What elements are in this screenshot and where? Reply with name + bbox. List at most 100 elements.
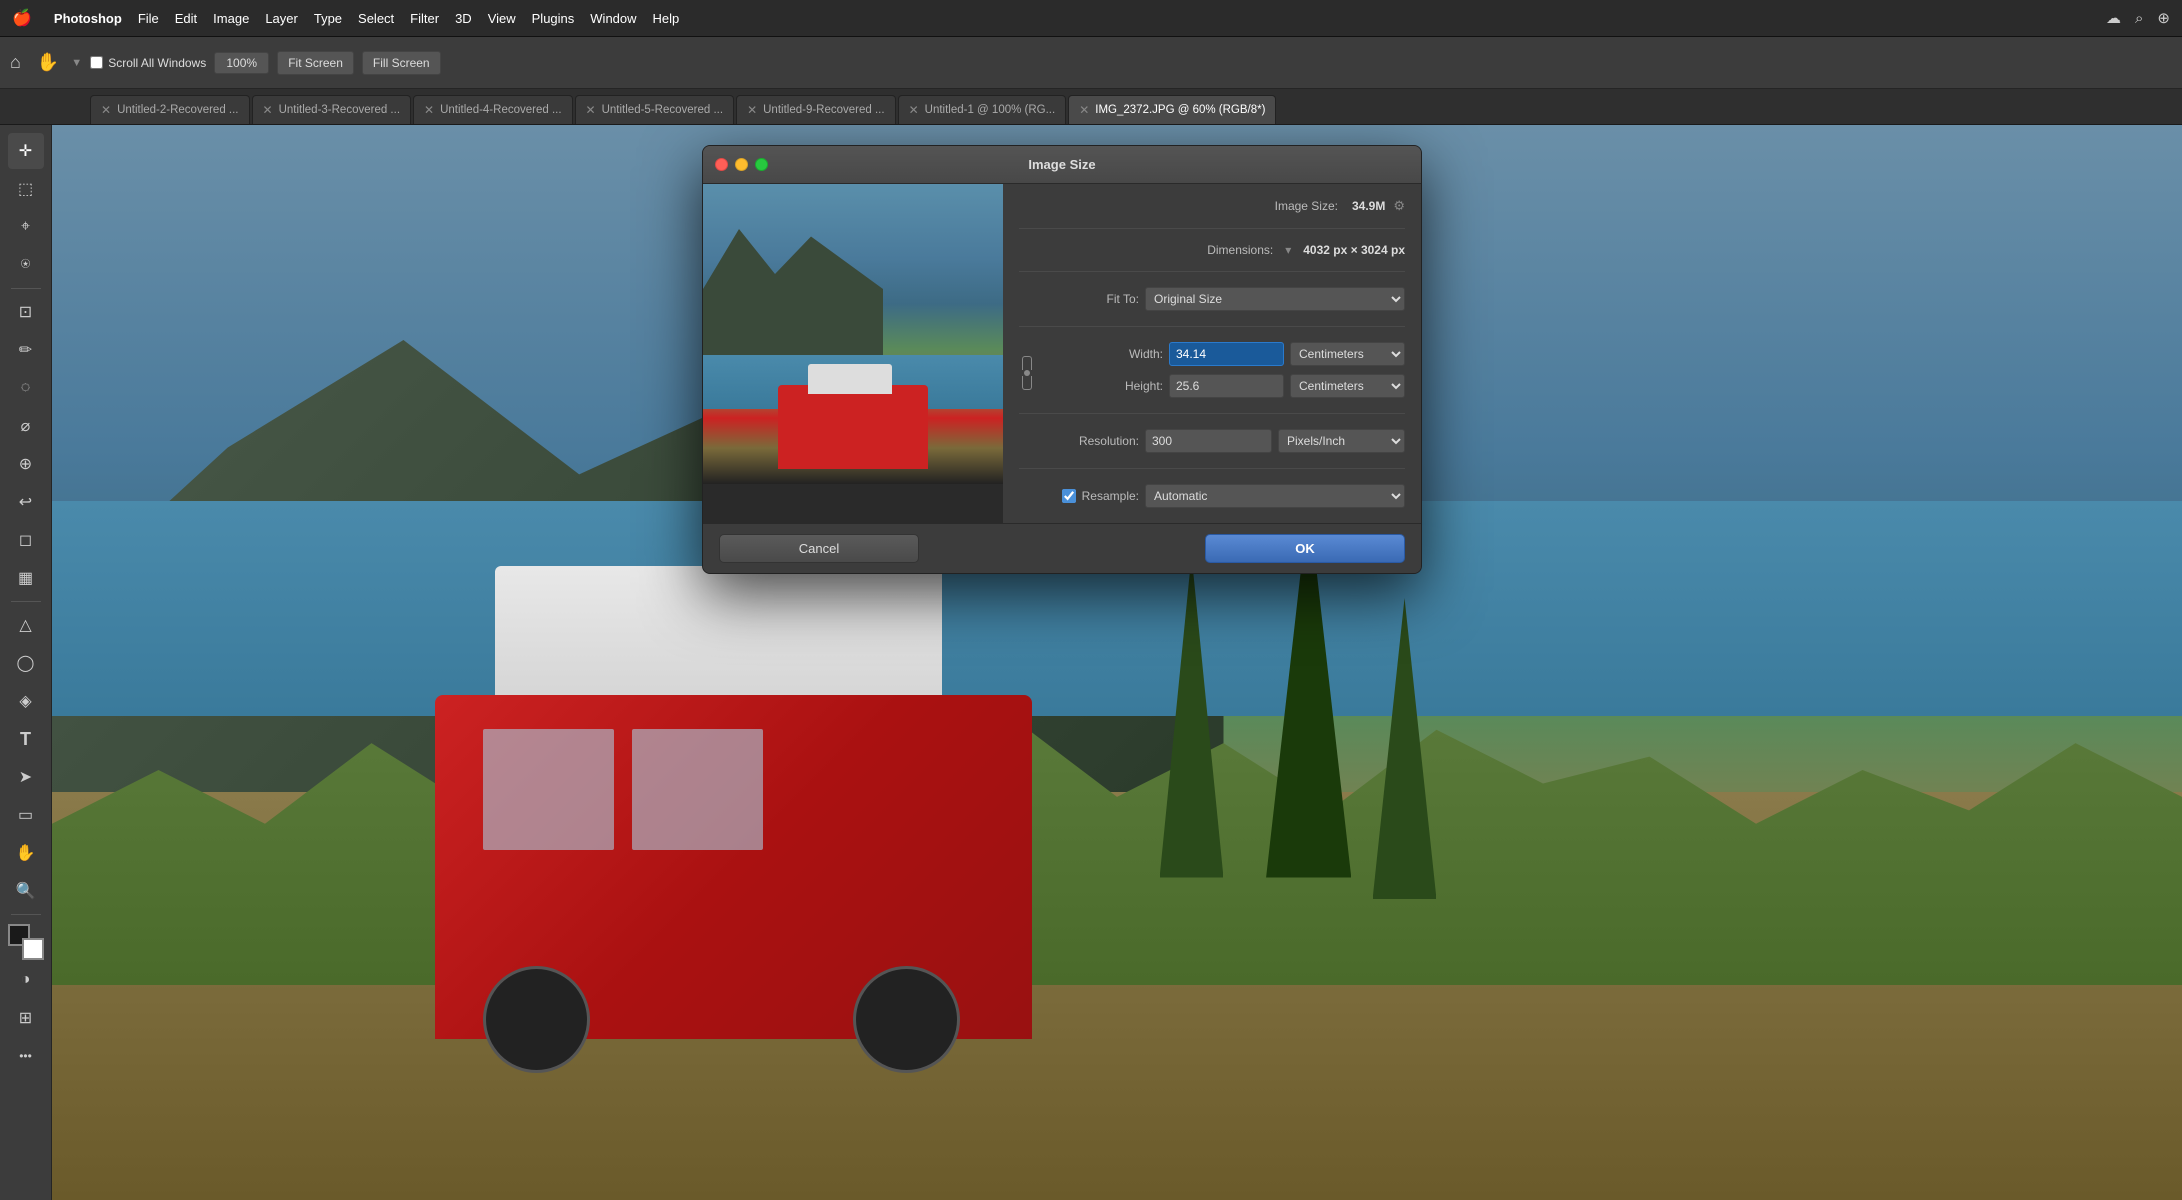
eyedropper-tool[interactable]: ✏ bbox=[8, 332, 44, 368]
tab-close-6[interactable]: ✕ bbox=[1079, 103, 1089, 117]
background-color[interactable] bbox=[22, 938, 44, 960]
move-tool[interactable]: ✛ bbox=[8, 133, 44, 169]
eraser-tool[interactable]: ◻ bbox=[8, 522, 44, 558]
dodge-tool[interactable]: ◯ bbox=[8, 645, 44, 681]
menu-view[interactable]: View bbox=[480, 9, 524, 28]
image-size-dialog[interactable]: Image Size bbox=[702, 145, 1422, 574]
menu-type[interactable]: Type bbox=[306, 9, 350, 28]
van-wheel-right bbox=[853, 966, 960, 1074]
preview-van-roof bbox=[808, 364, 892, 394]
gradient-tool[interactable]: ▦ bbox=[8, 560, 44, 596]
dialog-close-button[interactable] bbox=[715, 158, 728, 171]
divider-1 bbox=[1019, 228, 1405, 229]
dimensions-value: 4032 px × 3024 px bbox=[1303, 243, 1405, 257]
crop-tool[interactable]: ⊡ bbox=[8, 294, 44, 330]
resample-checkbox[interactable] bbox=[1062, 489, 1076, 503]
width-row: Width: Centimeters Inches Pixels bbox=[1043, 341, 1405, 367]
tab-untitled-4[interactable]: ✕ Untitled-4-Recovered ... bbox=[413, 95, 573, 124]
home-icon[interactable]: ⌂ bbox=[10, 52, 21, 73]
resolution-input[interactable] bbox=[1145, 429, 1272, 453]
tab-close-2[interactable]: ✕ bbox=[424, 103, 434, 117]
scroll-all-windows-checkbox[interactable] bbox=[90, 56, 103, 69]
fill-screen-button[interactable]: Fill Screen bbox=[362, 51, 441, 75]
menu-3d[interactable]: 3D bbox=[447, 9, 480, 28]
tab-close-1[interactable]: ✕ bbox=[263, 103, 273, 117]
width-unit-select[interactable]: Centimeters Inches Pixels bbox=[1290, 342, 1405, 366]
ok-button[interactable]: OK bbox=[1205, 534, 1405, 563]
dialog-traffic-lights bbox=[715, 158, 768, 171]
tab-untitled-5[interactable]: ✕ Untitled-5-Recovered ... bbox=[575, 95, 735, 124]
width-input[interactable] bbox=[1169, 342, 1284, 366]
marquee-tool[interactable]: ⬚ bbox=[8, 171, 44, 207]
menu-window[interactable]: Window bbox=[582, 9, 644, 28]
menu-edit[interactable]: Edit bbox=[167, 9, 205, 28]
dialog-maximize-button[interactable] bbox=[755, 158, 768, 171]
search-icon[interactable]: ⌕ bbox=[2135, 10, 2143, 27]
tab-close-4[interactable]: ✕ bbox=[747, 103, 757, 117]
menu-help[interactable]: Help bbox=[645, 9, 688, 28]
preview-van-body bbox=[778, 385, 928, 469]
cloud-icon[interactable]: ☁ bbox=[2106, 9, 2121, 27]
zoom-input[interactable] bbox=[214, 52, 269, 74]
canvas-area[interactable]: Image Size bbox=[52, 125, 2182, 1200]
brush-tool[interactable]: ⌀ bbox=[8, 408, 44, 444]
menu-layer[interactable]: Layer bbox=[257, 9, 306, 28]
share-icon[interactable]: ⊕ bbox=[2157, 9, 2170, 27]
resample-label-section: Resample: bbox=[1019, 489, 1139, 503]
tab-close-5[interactable]: ✕ bbox=[909, 103, 919, 117]
tool-options-arrow[interactable]: ▼ bbox=[71, 57, 82, 69]
fit-to-select[interactable]: Original Size Custom US Paper A4 bbox=[1145, 287, 1405, 311]
toolbar-top: ⌂ ✋ ▼ Scroll All Windows Fit Screen Fill… bbox=[0, 37, 2182, 89]
clone-stamp-tool[interactable]: ⊕ bbox=[8, 446, 44, 482]
divider-4 bbox=[1019, 413, 1405, 414]
more-tools[interactable]: ••• bbox=[8, 1038, 44, 1074]
apple-menu-icon[interactable]: 🍎 bbox=[12, 8, 32, 28]
main-area: ✛ ⬚ ⌖ ⍟ ⊡ ✏ ◌ ⌀ ⊕ ↩ ◻ ▦ △ ◯ ◈ T ➤ ▭ ✋ 🔍 … bbox=[0, 125, 2182, 1200]
link-constraint-icon[interactable] bbox=[1019, 341, 1035, 399]
path-selection-tool[interactable]: ➤ bbox=[8, 759, 44, 795]
fit-screen-button[interactable]: Fit Screen bbox=[277, 51, 354, 75]
tab-untitled-3[interactable]: ✕ Untitled-3-Recovered ... bbox=[252, 95, 412, 124]
magic-wand-tool[interactable]: ⍟ bbox=[8, 247, 44, 283]
menu-image[interactable]: Image bbox=[205, 9, 257, 28]
type-tool[interactable]: T bbox=[8, 721, 44, 757]
dimensions-arrow-icon[interactable]: ▾ bbox=[1285, 243, 1291, 257]
menu-filter[interactable]: Filter bbox=[402, 9, 447, 28]
zoom-tool[interactable]: 🔍 bbox=[8, 873, 44, 909]
tab-close-0[interactable]: ✕ bbox=[101, 103, 111, 117]
gear-icon[interactable]: ⚙ bbox=[1393, 198, 1405, 214]
foreground-background-colors[interactable] bbox=[8, 924, 44, 960]
menu-file[interactable]: File bbox=[130, 9, 167, 28]
tab-untitled-1[interactable]: ✕ Untitled-1 @ 100% (RG... bbox=[898, 95, 1067, 124]
tab-close-3[interactable]: ✕ bbox=[586, 103, 596, 117]
history-brush-tool[interactable]: ↩ bbox=[8, 484, 44, 520]
dialog-title: Image Size bbox=[1028, 157, 1095, 172]
height-input[interactable] bbox=[1169, 374, 1284, 398]
menu-select[interactable]: Select bbox=[350, 9, 402, 28]
tab-untitled-9[interactable]: ✕ Untitled-9-Recovered ... bbox=[736, 95, 896, 124]
tab-untitled-2[interactable]: ✕ Untitled-2-Recovered ... bbox=[90, 95, 250, 124]
dialog-minimize-button[interactable] bbox=[735, 158, 748, 171]
van bbox=[435, 609, 1031, 1039]
screen-mode-tool[interactable]: ⊞ bbox=[8, 1000, 44, 1036]
shape-tool[interactable]: ▭ bbox=[8, 797, 44, 833]
hand-tool[interactable]: ✋ bbox=[8, 835, 44, 871]
healing-brush-tool[interactable]: ◌ bbox=[8, 370, 44, 406]
hand-tool-icon[interactable]: ✋ bbox=[33, 48, 63, 77]
height-unit-select[interactable]: Centimeters Inches Pixels bbox=[1290, 374, 1405, 398]
image-size-value: 34.9M bbox=[1352, 199, 1385, 213]
divider-5 bbox=[1019, 468, 1405, 469]
resample-select[interactable]: Automatic Preserve Details Bicubic Smoot… bbox=[1145, 484, 1405, 508]
lasso-tool[interactable]: ⌖ bbox=[8, 209, 44, 245]
resolution-unit-select[interactable]: Pixels/Inch Pixels/Centimeter bbox=[1278, 429, 1405, 453]
cancel-button[interactable]: Cancel bbox=[719, 534, 919, 563]
pen-tool[interactable]: ◈ bbox=[8, 683, 44, 719]
scroll-all-windows-label[interactable]: Scroll All Windows bbox=[90, 56, 206, 70]
blur-tool[interactable]: △ bbox=[8, 607, 44, 643]
menu-photoshop[interactable]: Photoshop bbox=[46, 9, 130, 28]
menu-plugins[interactable]: Plugins bbox=[524, 9, 583, 28]
menubar-right: ☁ ⌕ ⊕ bbox=[2106, 9, 2170, 27]
quick-mask-tool[interactable]: ◑ bbox=[8, 962, 44, 998]
dialog-body: Image Size: 34.9M ⚙ Dimensions: ▾ 4032 p… bbox=[703, 184, 1421, 523]
tab-img-2372[interactable]: ✕ IMG_2372.JPG @ 60% (RGB/8*) bbox=[1068, 95, 1276, 124]
